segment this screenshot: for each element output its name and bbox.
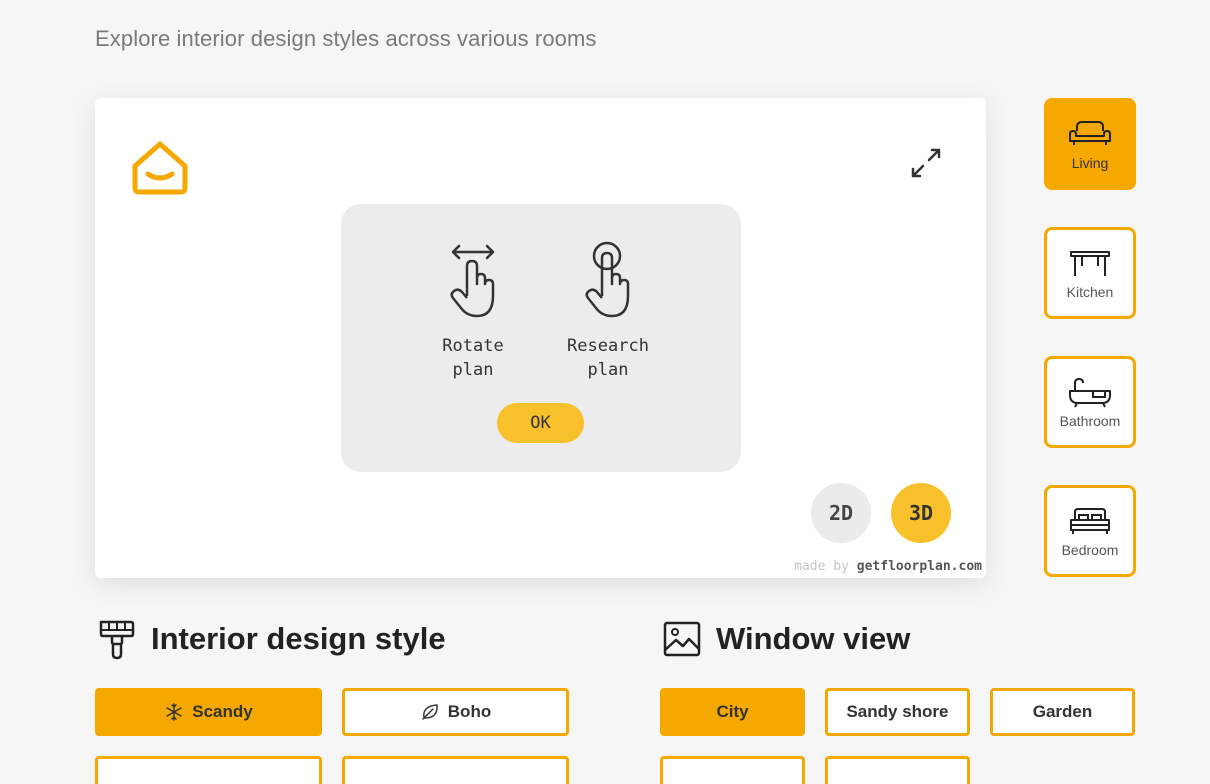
room-label: Kitchen	[1066, 284, 1114, 300]
mode-3d-button[interactable]: 3D	[891, 483, 951, 543]
window-sandy-shore-button[interactable]: Sandy shore	[825, 688, 970, 736]
research-hint: Research plan	[548, 238, 668, 382]
room-label: Bedroom	[1061, 542, 1119, 558]
research-hint-label: Research plan	[567, 336, 649, 380]
house-logo-icon	[132, 141, 188, 195]
interior-style-heading: Interior design style	[97, 618, 446, 660]
credit-domain[interactable]: getfloorplan.com	[857, 559, 982, 574]
room-label: Living	[1071, 155, 1109, 171]
fullscreen-icon[interactable]	[909, 148, 943, 178]
ok-button[interactable]: OK	[497, 403, 584, 443]
credit-prefix: made by	[794, 559, 849, 574]
floorplan-viewer[interactable]: Rotate plan Research plan OK 2D 3D made …	[95, 98, 986, 578]
snowflake-icon	[166, 703, 182, 721]
picture-icon	[663, 621, 701, 657]
interior-style-title: Interior design style	[151, 621, 446, 656]
mode-2d-button[interactable]: 2D	[811, 483, 871, 543]
style-boho-button[interactable]: Boho	[342, 688, 569, 736]
rotate-hint: Rotate plan	[413, 238, 533, 382]
style-boho-label: Boho	[447, 702, 492, 721]
window-sandy-shore-label: Sandy shore	[846, 702, 949, 721]
window-option-row2-2[interactable]	[825, 756, 970, 784]
window-view-title: Window view	[716, 621, 911, 656]
window-city-label: City	[716, 702, 749, 721]
room-kitchen-button[interactable]: Kitchen	[1044, 227, 1136, 319]
bathtub-icon	[1069, 377, 1111, 408]
room-bedroom-button[interactable]: Bedroom	[1044, 485, 1136, 577]
rotate-gesture-icon	[450, 244, 495, 318]
window-garden-button[interactable]: Garden	[990, 688, 1135, 736]
window-city-button[interactable]: City	[660, 688, 805, 736]
window-garden-label: Garden	[1032, 702, 1093, 721]
table-icon	[1070, 251, 1110, 276]
controls-hint-dialog: Rotate plan Research plan OK	[341, 204, 741, 472]
tap-gesture-icon	[585, 241, 630, 318]
rotate-hint-label: Rotate plan	[442, 336, 504, 380]
room-living-button[interactable]: Living	[1044, 98, 1136, 190]
credit-link[interactable]: made by getfloorplan.com	[794, 559, 982, 574]
leaf-icon	[422, 704, 438, 720]
window-view-heading: Window view	[662, 618, 910, 660]
style-option-row2-1[interactable]	[95, 756, 322, 784]
sofa-icon	[1069, 121, 1111, 145]
window-option-row2-1[interactable]	[660, 756, 805, 784]
room-bathroom-button[interactable]: Bathroom	[1044, 356, 1136, 448]
page-subtitle: Explore interior design styles across va…	[95, 26, 597, 51]
style-scandy-label: Scandy	[192, 702, 253, 721]
paint-roller-icon	[99, 620, 135, 660]
room-label: Bathroom	[1059, 413, 1121, 429]
bed-icon	[1070, 508, 1110, 534]
style-scandy-button[interactable]: Scandy	[95, 688, 322, 736]
style-option-row2-2[interactable]	[342, 756, 569, 784]
